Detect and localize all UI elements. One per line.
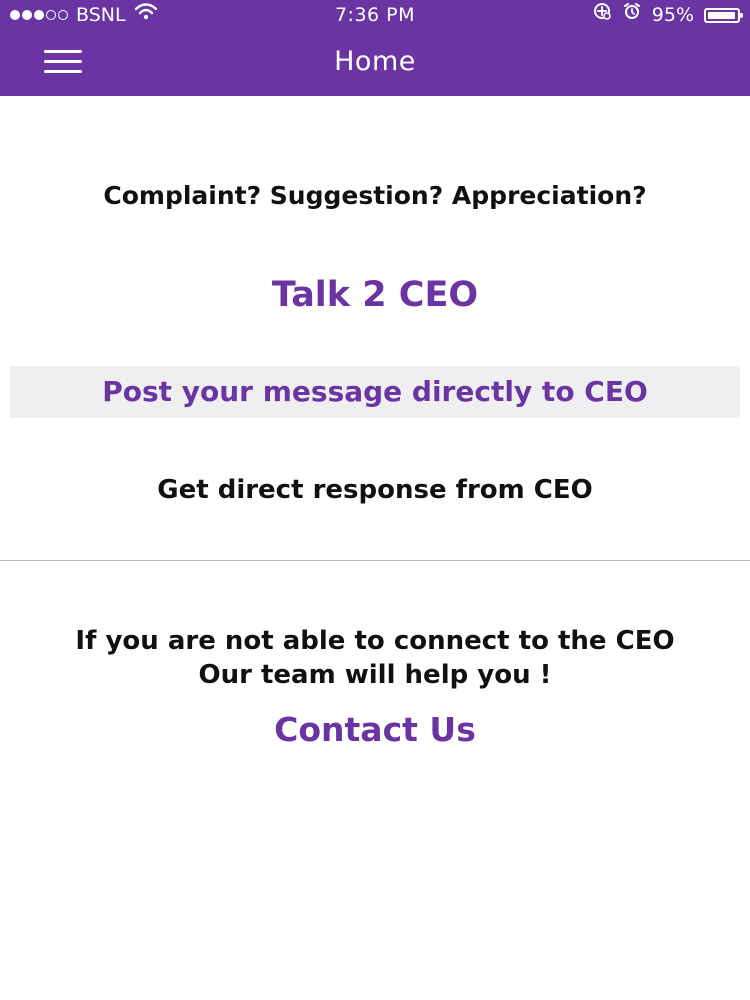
battery-percentage: 95% (651, 4, 694, 26)
feedback-prompt: Complaint? Suggestion? Appreciation? (103, 181, 647, 210)
contact-us-link[interactable]: Contact Us (0, 706, 750, 754)
help-message: If you are not able to connect to the CE… (0, 624, 750, 692)
app-header: BSNL 7:36 PM 95% Home (0, 0, 750, 96)
home-content: Complaint? Suggestion? Appreciation? Tal… (0, 96, 750, 1000)
battery-fill (708, 11, 735, 19)
location-lock-icon (592, 0, 612, 30)
status-bar: BSNL 7:36 PM 95% (0, 0, 750, 30)
section-divider (0, 560, 750, 561)
response-description: Get direct response from CEO (157, 475, 593, 505)
alarm-icon (622, 0, 642, 30)
brand-title: Talk 2 CEO (271, 275, 479, 315)
battery-icon (704, 7, 743, 23)
help-line-2: Our team will help you ! (198, 660, 552, 690)
status-right: 95% (592, 0, 743, 30)
post-message-button[interactable]: Post your message directly to CEO (10, 366, 740, 418)
help-line-1: If you are not able to connect to the CE… (75, 626, 675, 656)
page-title: Home (334, 46, 416, 77)
